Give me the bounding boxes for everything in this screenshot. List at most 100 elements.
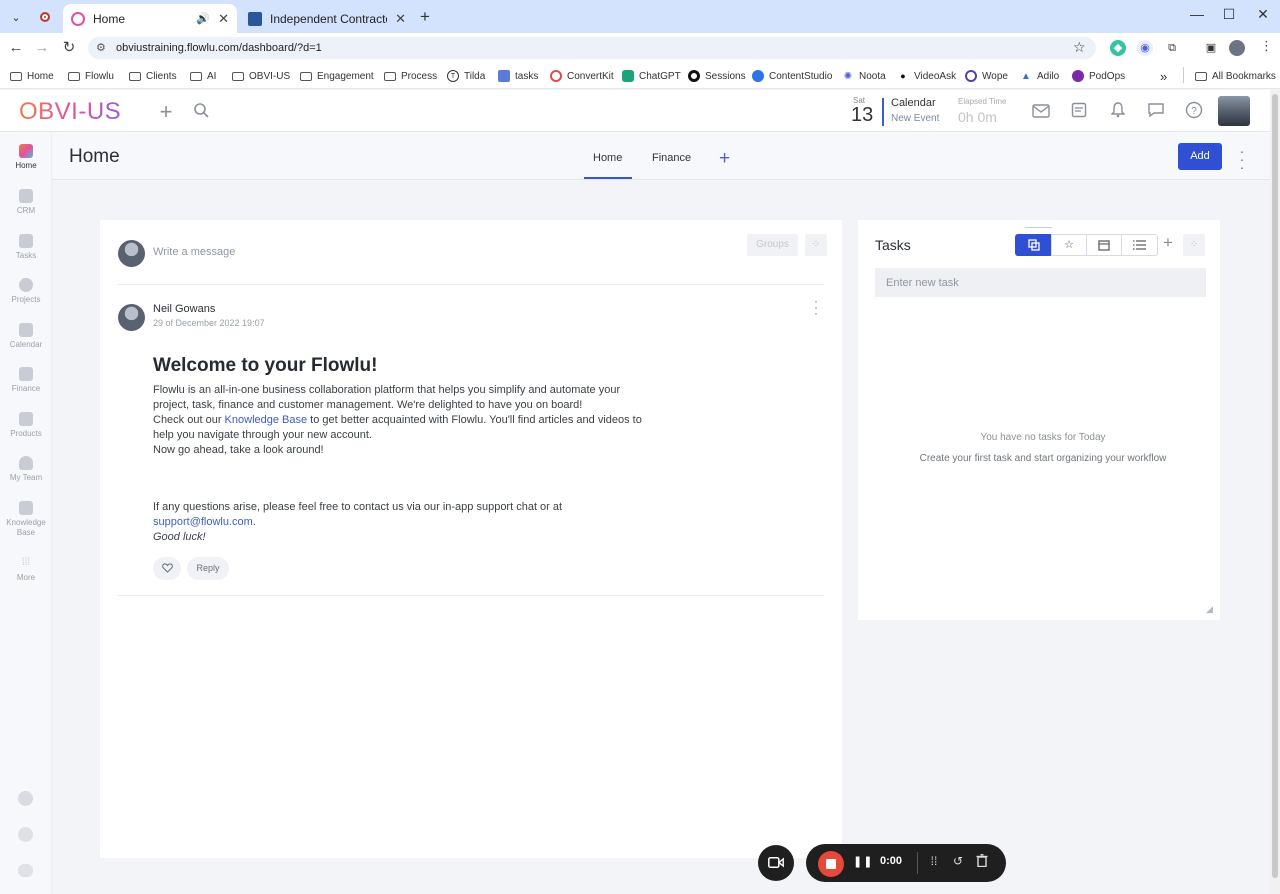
extension-icon[interactable]: ◉ [1137,40,1153,56]
sidebar-item-finance[interactable]: Finance [0,367,52,393]
bookmark-adilo[interactable]: ▲ Adilo [1020,68,1059,84]
back-icon[interactable]: ← [6,39,26,57]
minimize-icon[interactable]: — [1182,6,1212,22]
bookmark-videoask[interactable]: ● VideoAsk [897,68,956,84]
reload-icon[interactable]: ↻ [59,39,79,57]
record-indicator-icon[interactable] [34,6,56,28]
new-tab-icon[interactable]: + [420,7,430,27]
site-info-icon[interactable]: ⚙ [96,41,106,54]
extension-shield-icon[interactable]: ◆ [1110,40,1126,56]
reply-button[interactable]: Reply [187,557,229,580]
camera-toggle-button[interactable] [758,845,794,881]
bookmark-obvi-us[interactable]: OBVI-US [232,68,290,84]
search-icon[interactable] [190,101,212,123]
sidebar-item-my-team[interactable]: My Team [0,456,52,482]
pause-icon[interactable]: ❚❚ [853,855,873,868]
close-window-icon[interactable]: ✕ [1248,6,1278,23]
post-author[interactable]: Neil Gowans [153,303,215,315]
tab-search-icon[interactable]: ⌄ [5,6,27,28]
support-chat-icon[interactable] [18,864,33,877]
sidebar-item-knowledge-base[interactable]: Knowledge Base [0,501,52,538]
scrollbar-thumb[interactable] [1272,94,1278,878]
tasks-filter-list[interactable] [1121,234,1158,256]
bookmarks-overflow-icon[interactable]: » [1160,68,1167,84]
bookmark-contentstudio[interactable]: ContentStudio [752,68,832,84]
tab-finance[interactable]: Finance [652,152,691,164]
page-menu-icon[interactable]: · · · [1236,144,1248,174]
add-task-icon[interactable]: + [1163,233,1173,253]
like-button[interactable] [153,557,181,580]
audio-icon[interactable]: 🔊 [196,12,210,25]
create-plus-icon[interactable]: + [155,101,177,123]
bookmark-home[interactable]: Home [10,68,54,84]
stop-recording-button[interactable] [818,851,844,877]
address-bar[interactable]: obviustraining.flowlu.com/dashboard/?d=1 [88,37,1096,59]
bookmark-tasks[interactable]: tasks [498,68,538,84]
bookmark-clients[interactable]: Clients [129,68,177,84]
bookmark-sessions[interactable]: Sessions [688,68,746,84]
sidebar-item-crm[interactable]: CRM [0,189,52,215]
forward-icon[interactable]: → [32,39,52,57]
bookmark-tilda[interactable]: T Tilda [447,68,485,84]
bookmark-noota[interactable]: ✺ Noota [842,68,886,84]
settings-icon[interactable] [18,827,33,842]
extensions-puzzle-icon[interactable]: ⧉ [1164,40,1180,56]
groups-button[interactable]: Groups [747,234,798,256]
bookmark-process[interactable]: Process [384,68,437,84]
bookmark-ai[interactable]: AI [190,68,216,84]
bookmark-wope[interactable]: Wope [965,68,1008,84]
elapsed-time-value[interactable]: 0h 0m [958,109,997,125]
recorder-separator [917,852,918,874]
maximize-icon[interactable]: ☐ [1214,6,1244,23]
tasks-filter-starred[interactable]: ☆ [1051,234,1087,256]
knowledge-base-link[interactable]: Knowledge Base [225,414,308,426]
mail-icon[interactable] [1030,101,1052,123]
close-tab-icon[interactable]: ✕ [218,11,229,27]
tasks-filter-today[interactable] [1015,234,1052,256]
profile-avatar-icon[interactable] [1229,40,1245,56]
bookmark-star-icon[interactable]: ☆ [1073,39,1086,56]
browser-menu-icon[interactable]: ⋮ [1260,38,1273,54]
all-bookmarks[interactable]: All Bookmarks [1195,68,1276,84]
sidebar-item-projects[interactable]: Projects [0,278,52,304]
tasks-empty-title: You have no tasks for Today [980,432,1106,443]
resize-handle-icon[interactable]: ◢ [1206,604,1213,615]
notes-icon[interactable] [1068,101,1090,123]
support-email-link[interactable]: support@flowlu.com [153,516,253,528]
add-tab-icon[interactable]: + [719,148,730,170]
tasks-filter-calendar[interactable] [1086,234,1122,256]
chat-icon[interactable] [1145,101,1167,123]
app-logo[interactable]: OBVI-US [19,98,121,126]
sidebar-item-products[interactable]: Products [0,412,52,438]
bookmark-podops[interactable]: PodOps [1072,68,1125,84]
calendar-day[interactable]: 13 [851,104,873,127]
new-event-link[interactable]: New Event [891,113,939,124]
bookmark-engagement[interactable]: Engagement [300,68,374,84]
delete-trash-icon[interactable] [975,854,989,870]
drag-handle-icon[interactable]: ⁞⁞ [927,854,941,868]
browser-tab-document[interactable]: Independent Contractor Maste ✕ [240,4,414,33]
bookmark-convertkit[interactable]: ConvertKit [550,68,614,84]
notifications-bell-icon[interactable] [1107,101,1129,123]
close-tab-icon[interactable]: ✕ [395,11,406,27]
tab-home[interactable]: Home [593,152,622,164]
side-panel-icon[interactable]: ▣ [1203,40,1219,56]
new-task-input[interactable] [875,268,1206,297]
help-icon[interactable]: ? [1183,101,1205,123]
sidebar-item-tasks[interactable]: Tasks [0,234,52,260]
sidebar-item-calendar[interactable]: Calendar [0,323,52,349]
bookmark-flowlu[interactable]: Flowlu [68,68,114,84]
browser-tab-home[interactable]: Home 🔊 ✕ [63,4,237,33]
sidebar-item-more[interactable]: ⁞⁞⁞ More [0,556,52,582]
sidebar-item-home[interactable]: Home [0,144,52,170]
user-avatar[interactable] [1218,96,1250,126]
widget-drag-icon[interactable]: ⁘ [805,234,827,256]
post-menu-icon[interactable]: · · · [811,295,821,319]
bookmark-chatgpt[interactable]: ChatGPT [622,68,681,84]
add-button[interactable]: Add [1178,143,1222,170]
calendar-title[interactable]: Calendar [891,97,936,109]
apps-icon[interactable] [18,791,33,806]
write-message-input[interactable]: Write a message [153,246,235,258]
restart-icon[interactable]: ↺ [951,854,965,868]
tasks-widget-drag-icon[interactable]: ⁘ [1183,234,1205,256]
